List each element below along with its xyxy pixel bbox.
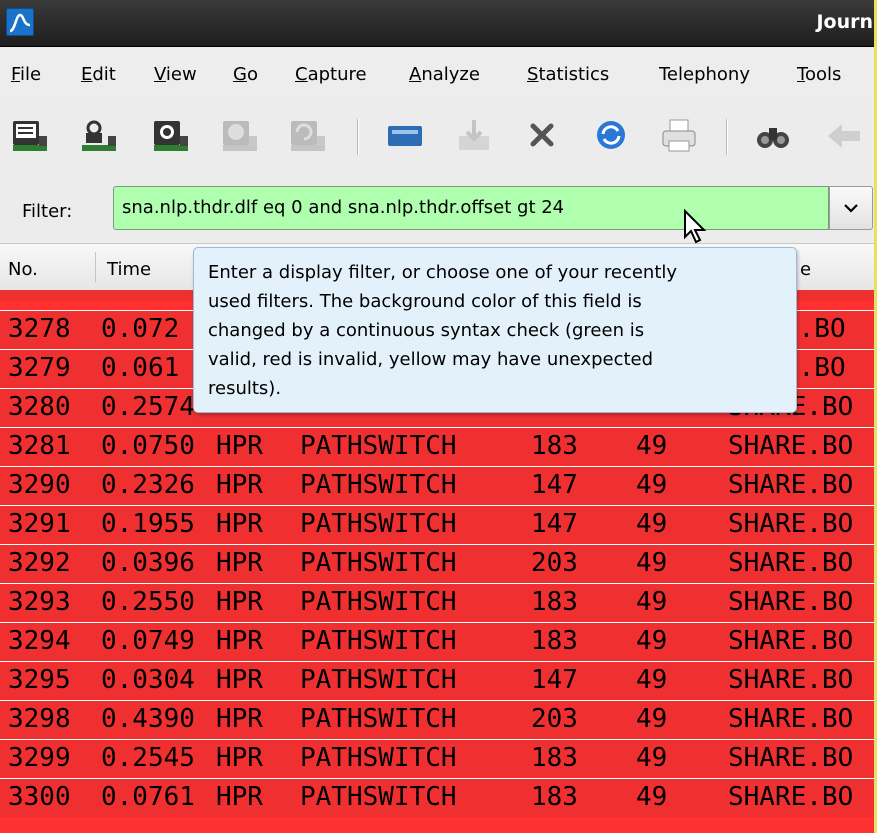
reload-button[interactable]: [590, 116, 632, 156]
menu-view[interactable]: View: [154, 64, 197, 85]
restart-capture-icon: [291, 121, 325, 151]
save-file-icon: [459, 120, 489, 150]
table-row[interactable]: 3290 0.2326 HPR PATHSWITCH 147 49 SHARE.BO: [0, 466, 877, 505]
reload-icon: [597, 121, 625, 149]
go-back-button[interactable]: [822, 116, 864, 156]
close-file-button[interactable]: [521, 116, 563, 156]
filter-tooltip: Enter a display filter, or choose one of…: [193, 247, 797, 413]
close-file-icon: [530, 123, 554, 147]
column-header-destination[interactable]: e: [800, 259, 811, 280]
open-file-icon: [388, 126, 422, 146]
filter-bar: Filter: sna.nlp.thdr.dlf eq 0 and sna.nl…: [0, 171, 877, 244]
table-row[interactable]: 3300 0.0761 HPR PATHSWITCH 183 49 SHARE.BO: [0, 778, 877, 817]
menu-statistics[interactable]: Statistics: [527, 64, 609, 85]
wireshark-app-icon[interactable]: [6, 8, 34, 36]
menu-file[interactable]: File: [11, 64, 41, 85]
filter-label: Filter:: [22, 201, 73, 222]
table-row[interactable]: 3292 0.0396 HPR PATHSWITCH 203 49 SHARE.BO: [0, 544, 877, 583]
display-filter-input[interactable]: sna.nlp.thdr.dlf eq 0 and sna.nlp.thdr.o…: [113, 186, 829, 230]
menu-capture[interactable]: Capture: [295, 64, 367, 85]
menu-edit[interactable]: Edit: [81, 64, 116, 85]
title-bar: Journ: [0, 0, 877, 47]
menu-telephony[interactable]: Telephony: [659, 64, 750, 85]
start-capture-icon: [154, 121, 188, 151]
go-back-icon: [828, 124, 860, 148]
table-row[interactable]: 3299 0.2545 HPR PATHSWITCH 183 49 SHARE.BO: [0, 739, 877, 778]
table-row[interactable]: 3291 0.1955 HPR PATHSWITCH 147 49 SHARE.BO: [0, 505, 877, 544]
capture-options-button[interactable]: [78, 116, 120, 156]
table-row[interactable]: 3295 0.0304 HPR PATHSWITCH 147 49 SHARE.BO: [0, 661, 877, 700]
menu-bar: File Edit View Go Capture Analyze Statis…: [0, 47, 877, 99]
column-header-no[interactable]: No.: [8, 259, 38, 280]
stop-capture-icon: [223, 121, 257, 151]
save-file-button[interactable]: [453, 116, 495, 156]
chevron-down-icon: [844, 204, 858, 213]
start-capture-button[interactable]: [150, 116, 192, 156]
stop-capture-button[interactable]: [219, 116, 261, 156]
options-icon: [82, 120, 116, 151]
interfaces-icon: [13, 121, 47, 151]
mouse-pointer-icon: [684, 209, 707, 244]
window-title: Journ: [816, 11, 873, 33]
interfaces-button[interactable]: [9, 116, 51, 156]
open-file-button[interactable]: [384, 116, 426, 156]
table-row[interactable]: 3294 0.0749 HPR PATHSWITCH 183 49 SHARE.BO: [0, 622, 877, 661]
menu-tools[interactable]: Tools: [797, 64, 841, 85]
find-packet-icon: [757, 128, 789, 148]
menu-analyze[interactable]: Analyze: [409, 64, 480, 85]
print-icon: [662, 119, 696, 152]
filter-history-dropdown[interactable]: [829, 186, 873, 230]
find-packet-button[interactable]: [752, 116, 794, 156]
print-button[interactable]: [658, 116, 700, 156]
main-toolbar: [0, 99, 877, 171]
table-row[interactable]: 3293 0.2550 HPR PATHSWITCH 183 49 SHARE.BO: [0, 583, 877, 622]
table-row[interactable]: 3298 0.4390 HPR PATHSWITCH 203 49 SHARE.BO: [0, 700, 877, 739]
table-row[interactable]: 3281 0.0750 HPR PATHSWITCH 183 49 SHARE.BO: [0, 427, 877, 466]
menu-go[interactable]: Go: [233, 64, 258, 85]
restart-capture-button[interactable]: [287, 116, 329, 156]
column-header-time[interactable]: Time: [107, 259, 151, 280]
